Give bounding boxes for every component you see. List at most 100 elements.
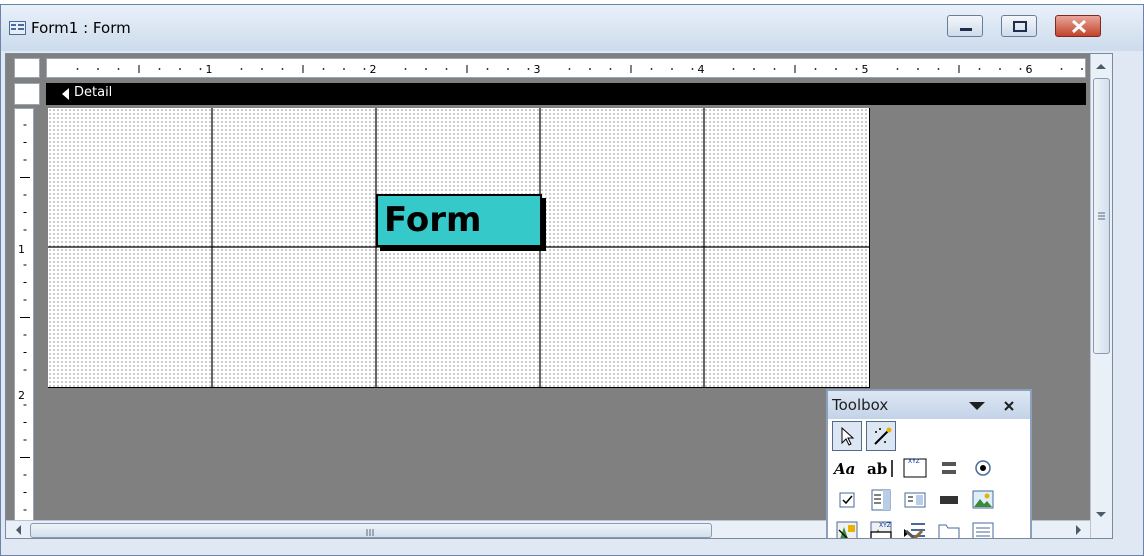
ruler-tick (281, 68, 284, 70)
command-button-icon (940, 496, 958, 504)
ruler-tick (343, 68, 345, 70)
ruler-tick (322, 68, 325, 70)
toolbox-title: Toolbox (832, 396, 889, 414)
detail-label: Detail (74, 85, 113, 100)
ruler-tick (917, 68, 919, 70)
combo-box-tool-button[interactable] (866, 485, 896, 515)
list-box-tool-button[interactable] (900, 485, 930, 515)
ruler-tick (179, 68, 181, 70)
option-group-icon: XYZ (903, 458, 927, 478)
form-window: Form1 : Form 1 2 3 4 5 6 Detail 1 2 Form… (0, 4, 1144, 556)
close-icon (1071, 19, 1087, 34)
ruler-tick (261, 68, 263, 70)
vertical-scrollbar[interactable] (1090, 54, 1112, 538)
ruler-tick (445, 68, 448, 70)
rectangle-tool-button[interactable] (866, 523, 896, 538)
close-icon[interactable] (1000, 396, 1020, 416)
maximize-button[interactable] (1001, 15, 1037, 37)
ruler-tick (896, 68, 899, 70)
scroll-up-icon[interactable] (1091, 56, 1111, 76)
ruler-tick (486, 68, 489, 70)
wand-icon (874, 427, 892, 445)
select-objects-button[interactable] (832, 421, 862, 451)
vertical-scroll-thumb[interactable] (1093, 78, 1110, 354)
subform-tool-button[interactable] (968, 517, 998, 538)
ruler-tick (1060, 68, 1063, 70)
control-wizards-button[interactable] (866, 421, 896, 451)
option-group-tool-button[interactable]: XYZ (900, 453, 930, 483)
ruler-tick (76, 68, 79, 70)
ruler-tick (97, 68, 99, 70)
radio-icon (975, 460, 991, 476)
form-design-area: 1 2 3 4 5 6 Detail 1 2 Form Toolbox Aa a… (5, 53, 1113, 539)
form-title-text: Form (384, 200, 482, 240)
ruler-tick (999, 68, 1001, 70)
svg-text:Aa: Aa (832, 460, 855, 478)
command-button-tool-button[interactable] (934, 485, 964, 515)
form-selector[interactable] (14, 83, 40, 105)
toggle-button-tool-button[interactable] (934, 453, 964, 483)
horizontal-ruler[interactable]: 1 2 3 4 5 6 (46, 58, 1086, 78)
grid-lines (48, 108, 870, 388)
checkbox-icon (839, 492, 855, 508)
detail-section-header[interactable]: Detail (46, 83, 1086, 105)
ruler-number: 4 (698, 63, 705, 76)
text-box-tool-button[interactable]: ab (866, 453, 896, 483)
ruler-tick (650, 68, 653, 70)
scroll-left-icon[interactable] (8, 521, 28, 539)
toolbox-palette[interactable]: Toolbox Aa ab XYZ XYZ (826, 389, 1032, 538)
rectangle-icon (870, 531, 892, 538)
image-icon (972, 490, 994, 509)
scroll-right-icon[interactable] (1068, 521, 1088, 539)
ruler-number: 1 (206, 63, 213, 76)
option-button-tool-button[interactable] (968, 453, 998, 483)
svg-text:ab: ab (867, 460, 887, 478)
combo-box-icon (871, 489, 891, 511)
ruler-tick (507, 68, 509, 70)
ruler-number: 2 (18, 389, 25, 402)
svg-text:XYZ: XYZ (908, 458, 920, 465)
line-icon (838, 529, 848, 538)
tab-control-tool-button[interactable] (934, 517, 964, 538)
vertical-ruler[interactable]: 1 2 (14, 108, 34, 539)
toolbox-title-bar[interactable]: Toolbox (828, 391, 1030, 419)
ruler-tick (732, 68, 735, 70)
more-controls-button[interactable] (900, 523, 930, 538)
line-tool-button-area[interactable] (832, 523, 862, 538)
ruler-tick (671, 68, 673, 70)
form-title-label[interactable]: Form (376, 194, 542, 247)
ruler-number: 1 (18, 243, 25, 256)
ruler-tick (363, 68, 366, 70)
ruler-tick (527, 68, 530, 70)
ruler-corner (14, 58, 40, 78)
dropdown-arrow-icon[interactable] (966, 396, 988, 416)
more-controls-icon (905, 529, 924, 538)
ruler-number: 2 (370, 63, 377, 76)
window-title: Form1 : Form (31, 19, 131, 37)
ruler-tick (568, 68, 571, 70)
form-icon (9, 21, 26, 35)
grip-icon (1098, 212, 1105, 220)
ruler-tick (1019, 68, 1022, 70)
ruler-tick (240, 68, 243, 70)
section-arrow-icon (62, 88, 69, 100)
label-tool-button[interactable]: Aa (832, 453, 862, 483)
ruler-number: 3 (534, 63, 541, 76)
check-box-tool-button[interactable] (832, 485, 862, 515)
ruler-tick (978, 68, 981, 70)
scroll-down-icon[interactable] (1091, 504, 1111, 524)
toggle-icon (942, 462, 956, 474)
ruler-tick (609, 68, 612, 70)
detail-grid[interactable] (48, 108, 870, 388)
tab-control-icon (938, 524, 960, 538)
minimize-button[interactable] (947, 15, 983, 37)
close-button[interactable] (1055, 15, 1101, 37)
horizontal-scroll-thumb[interactable] (30, 523, 712, 538)
ruler-tick (589, 68, 591, 70)
title-bar[interactable]: Form1 : Form (1, 5, 1143, 51)
ruler-tick (753, 68, 755, 70)
grip-icon (366, 529, 374, 536)
ruler-number: 6 (1026, 63, 1033, 76)
image-tool-button[interactable] (968, 485, 998, 515)
ruler-tick (1081, 68, 1083, 70)
